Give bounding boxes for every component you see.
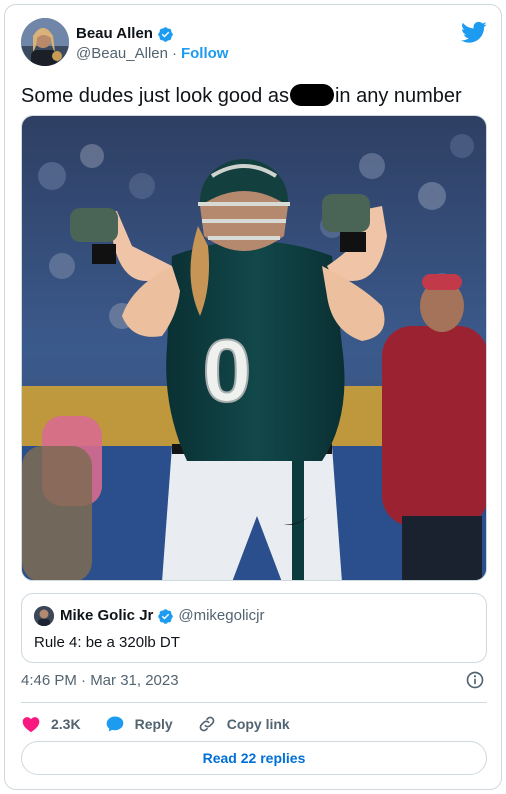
author-handle-row: @Beau_Allen · Follow [76, 45, 228, 63]
verified-icon [158, 26, 173, 42]
copy-link-button[interactable]: Copy link [197, 714, 290, 734]
author-name-row[interactable]: Beau Allen [76, 25, 174, 43]
author-handle[interactable]: @Beau_Allen [76, 45, 168, 63]
author-display-name[interactable]: Beau Allen [76, 25, 153, 43]
tweet-card: Beau Allen @Beau_Allen · Follow Some dud… [4, 4, 502, 790]
quote-text: Rule 4: be a 320lb DT [34, 634, 180, 651]
follow-button[interactable]: Follow [181, 45, 229, 63]
tweet-timestamp[interactable]: 4:46 PM · Mar 31, 2023 [21, 672, 179, 690]
reply-label: Reply [134, 716, 173, 732]
tweet-text-after: in any number [334, 85, 462, 107]
tweet-text-before: Some dudes just look good as [21, 85, 289, 107]
read-replies-button[interactable]: Read 22 replies [21, 741, 487, 775]
quote-author-name[interactable]: Mike Golic Jr [60, 607, 153, 625]
like-count: 2.3K [51, 716, 81, 732]
reply-button[interactable]: Reply [105, 714, 173, 734]
divider [21, 702, 487, 703]
tweet-text: Some dudes just look good as in any numbe… [21, 83, 462, 109]
heart-icon [22, 717, 40, 732]
quote-author-avatar[interactable] [34, 606, 54, 626]
redaction-mark [289, 84, 334, 106]
jersey-number: 0 [203, 321, 252, 420]
reply-bubble-icon [106, 716, 123, 732]
author-avatar[interactable] [21, 18, 69, 66]
quote-header: Mike Golic Jr @mikegolicjr [60, 607, 264, 625]
twitter-bird-icon[interactable] [461, 19, 487, 45]
quote-author-handle[interactable]: @mikegolicjr [178, 607, 264, 625]
tweet-photo[interactable]: 0 [21, 115, 487, 581]
verified-icon [158, 608, 174, 624]
like-button[interactable]: 2.3K [21, 714, 81, 734]
quoted-tweet[interactable]: Mike Golic Jr @mikegolicjr Rule 4: be a … [21, 593, 487, 663]
copy-link-label: Copy link [226, 716, 290, 732]
separator-dot: · [171, 45, 177, 62]
link-icon [199, 716, 215, 732]
action-bar: 2.3K Reply Copy link [21, 712, 314, 736]
info-icon[interactable] [465, 670, 485, 690]
